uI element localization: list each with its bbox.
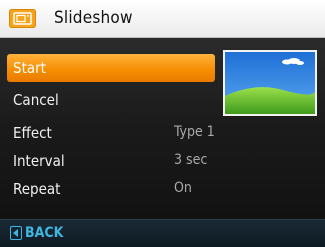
back-label: BACK (25, 225, 64, 241)
title-bar: Slideshow (0, 0, 325, 38)
page-title: Slideshow (54, 8, 133, 28)
repeat-label[interactable]: Repeat (13, 180, 60, 198)
camera-screen: Slideshow Start Cancel Effect Type 1 Int… (0, 0, 325, 247)
footer-bar: BACK (0, 219, 325, 247)
back-button[interactable]: BACK (10, 225, 63, 241)
repeat-value: On (174, 180, 192, 196)
interval-value: 3 sec (174, 152, 208, 168)
back-arrow-icon (10, 226, 22, 240)
menu-area: Start Cancel Effect Type 1 Interval 3 se… (0, 38, 325, 219)
slideshow-preview-thumbnail (223, 50, 317, 116)
start-button[interactable]: Start (7, 54, 215, 82)
slideshow-icon (9, 9, 36, 28)
interval-label[interactable]: Interval (13, 152, 65, 170)
effect-label[interactable]: Effect (13, 124, 52, 142)
effect-value: Type 1 (174, 124, 215, 140)
cancel-button[interactable]: Cancel (7, 86, 215, 114)
